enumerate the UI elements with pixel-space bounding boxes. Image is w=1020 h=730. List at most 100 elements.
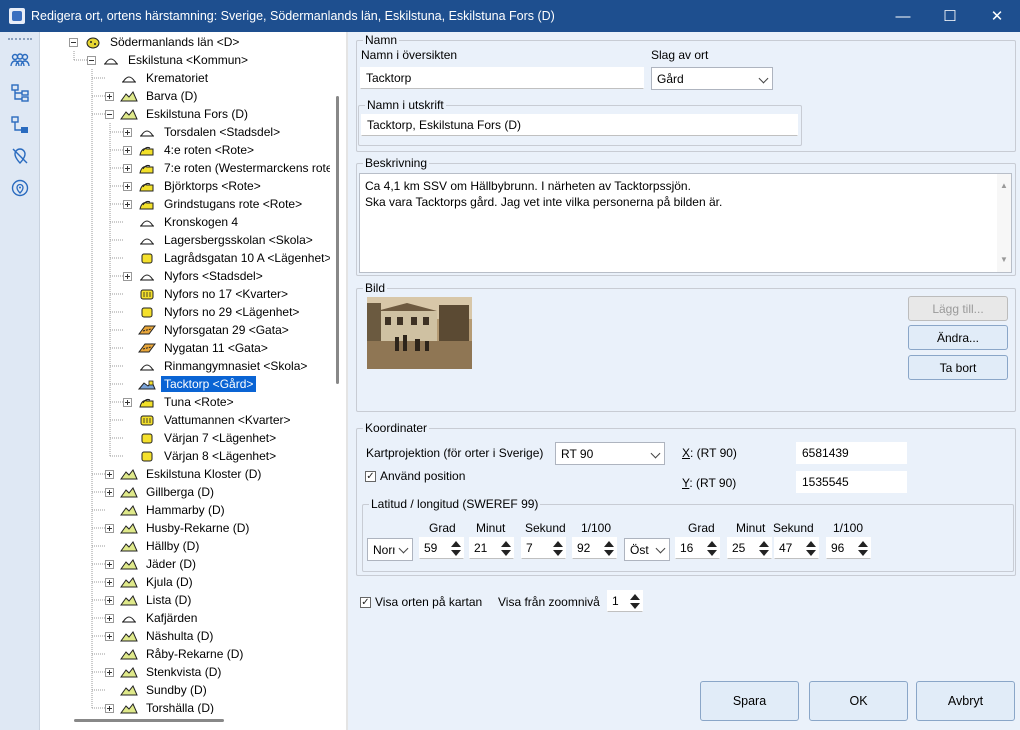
remove-image-button[interactable]: Ta bort <box>908 355 1008 380</box>
spin-down-icon[interactable] <box>630 603 640 609</box>
tree-item[interactable]: Björktorps <Rote> <box>123 177 264 195</box>
y-coordinate-input[interactable]: 1535545 <box>796 471 907 493</box>
tree-vertical-scrollbar[interactable] <box>330 32 346 730</box>
tree-item[interactable]: Näshulta (D) <box>105 627 216 645</box>
kind-select[interactable]: Gård <box>651 67 773 90</box>
scroll-thumb[interactable] <box>336 96 339 384</box>
tree-item[interactable]: Nyfors <Stadsdel> <box>123 267 266 285</box>
tree-item[interactable]: Tacktorp <Gård> <box>123 375 257 393</box>
tree-item[interactable]: Barva (D) <box>105 87 200 105</box>
expand-icon[interactable] <box>105 559 114 569</box>
expand-icon[interactable] <box>105 595 114 605</box>
tree-item[interactable]: Kronskogen 4 <box>123 213 241 231</box>
tree-item[interactable]: 4:e roten <Rote> <box>123 141 257 159</box>
longitude-direction-select[interactable]: Öst <box>624 538 670 561</box>
tree-item[interactable]: Lagersbergsskolan <Skola> <box>123 231 316 249</box>
tree-item[interactable]: Nyfors no 29 <Lägenhet> <box>123 303 302 321</box>
collapse-icon[interactable] <box>105 109 114 119</box>
lon-degree-stepper[interactable]: 16 <box>675 537 720 559</box>
spin-down-icon[interactable] <box>858 550 868 556</box>
tree-item[interactable]: Råby-Rekarne (D) <box>105 645 246 663</box>
tree-item[interactable]: Hällby (D) <box>105 537 202 555</box>
close-button[interactable]: ✕ <box>974 0 1020 32</box>
spin-buttons[interactable] <box>451 540 461 557</box>
spin-up-icon[interactable] <box>630 594 640 600</box>
tree-item[interactable]: Lagrådsgatan 10 A <Lägenhet> <box>123 249 330 267</box>
expand-icon[interactable] <box>105 631 114 641</box>
spin-up-icon[interactable] <box>858 541 868 547</box>
collapse-icon[interactable] <box>69 37 78 47</box>
tree-item[interactable]: Jäder (D) <box>105 555 199 573</box>
maximize-button[interactable]: ☐ <box>927 0 973 32</box>
expand-icon[interactable] <box>123 199 132 209</box>
expand-icon[interactable] <box>105 577 114 587</box>
expand-icon[interactable] <box>105 523 114 533</box>
tree-item[interactable]: Gillberga (D) <box>105 483 217 501</box>
expand-icon[interactable] <box>123 163 132 173</box>
expand-icon[interactable] <box>105 667 114 677</box>
tree-item[interactable]: Hammarby (D) <box>105 501 228 519</box>
cancel-button[interactable]: Avbryt <box>916 681 1015 721</box>
tree-horizontal-scrollbar[interactable] <box>40 714 330 730</box>
spin-buttons[interactable] <box>604 540 614 557</box>
spin-up-icon[interactable] <box>451 541 461 547</box>
spin-down-icon[interactable] <box>553 550 563 556</box>
tree-item[interactable]: Stenkvista (D) <box>105 663 224 681</box>
tree-item[interactable]: Lista (D) <box>105 591 194 609</box>
description-textarea[interactable]: Ca 4,1 km SSV om Hällbybrunn. I närheten… <box>359 173 1012 273</box>
tree-item[interactable]: Kafjärden <box>105 609 200 627</box>
spin-buttons[interactable] <box>858 540 868 557</box>
projection-select[interactable]: RT 90 <box>555 442 665 465</box>
expand-icon[interactable] <box>105 487 114 497</box>
tree-item[interactable]: Kjula (D) <box>105 573 196 591</box>
tree-structure-icon[interactable] <box>9 82 31 104</box>
expand-icon[interactable] <box>123 271 132 281</box>
tree-item[interactable]: Husby-Rekarne (D) <box>105 519 252 537</box>
scroll-up-icon[interactable]: ▲ <box>1000 178 1008 194</box>
tree-item[interactable]: Vattumannen <Kvarter> <box>123 411 294 429</box>
spin-buttons[interactable] <box>553 540 563 557</box>
tree-item[interactable]: Värjan 8 <Lägenhet> <box>123 447 279 465</box>
scroll-down-icon[interactable]: ▼ <box>1000 252 1008 268</box>
ok-button[interactable]: OK <box>809 681 908 721</box>
expand-icon[interactable] <box>123 127 132 137</box>
lat-hundredth-stepper[interactable]: 92 <box>572 537 617 559</box>
expand-icon[interactable] <box>105 613 114 623</box>
tree-item[interactable]: Eskilstuna Fors (D) <box>105 105 251 123</box>
lat-second-stepper[interactable]: 7 <box>521 537 566 559</box>
spin-down-icon[interactable] <box>501 550 511 556</box>
tree-item[interactable]: Värjan 7 <Lägenhet> <box>123 429 279 447</box>
tree-item[interactable]: Eskilstuna Kloster (D) <box>105 465 264 483</box>
spin-down-icon[interactable] <box>604 550 614 556</box>
tree-item[interactable]: Nygatan 11 <Gata> <box>123 339 271 357</box>
spin-down-icon[interactable] <box>806 550 816 556</box>
show-on-map-checkbox[interactable]: ✓ <box>360 597 371 608</box>
textarea-scrollbar[interactable]: ▲ ▼ <box>997 174 1011 272</box>
x-coordinate-input[interactable]: 6581439 <box>796 442 907 464</box>
lon-hundredth-stepper[interactable]: 96 <box>826 537 871 559</box>
spin-up-icon[interactable] <box>806 541 816 547</box>
hierarchy-icon[interactable] <box>9 114 31 136</box>
place-photo[interactable] <box>367 297 472 369</box>
tree-item[interactable]: Grindstugans rote <Rote> <box>123 195 305 213</box>
location-off-icon[interactable] <box>9 145 31 167</box>
print-name-input[interactable]: Tacktorp, Eskilstuna Fors (D) <box>361 114 798 136</box>
people-icon[interactable] <box>9 50 31 72</box>
location-pin-icon[interactable] <box>9 177 31 199</box>
tree-item[interactable]: Nyforsgatan 29 <Gata> <box>123 321 292 339</box>
spin-buttons[interactable] <box>630 593 640 610</box>
tree-item[interactable]: Krematoriet <box>105 69 211 87</box>
scroll-thumb[interactable] <box>74 719 224 722</box>
overview-name-input[interactable]: Tacktorp <box>360 67 644 89</box>
spin-buttons[interactable] <box>707 540 717 557</box>
tree-item[interactable]: Torsdalen <Stadsdel> <box>123 123 283 141</box>
spin-up-icon[interactable] <box>553 541 563 547</box>
lon-minute-stepper[interactable]: 25 <box>727 537 772 559</box>
place-tree[interactable]: Södermanlands län <D> Eskilstuna <Kommun>… <box>40 32 330 714</box>
spin-up-icon[interactable] <box>501 541 511 547</box>
use-position-checkbox[interactable]: ✓ <box>365 471 376 482</box>
tree-item[interactable]: Södermanlands län <D> <box>69 33 242 51</box>
spin-up-icon[interactable] <box>759 541 769 547</box>
lon-second-stepper[interactable]: 47 <box>774 537 819 559</box>
spin-buttons[interactable] <box>806 540 816 557</box>
